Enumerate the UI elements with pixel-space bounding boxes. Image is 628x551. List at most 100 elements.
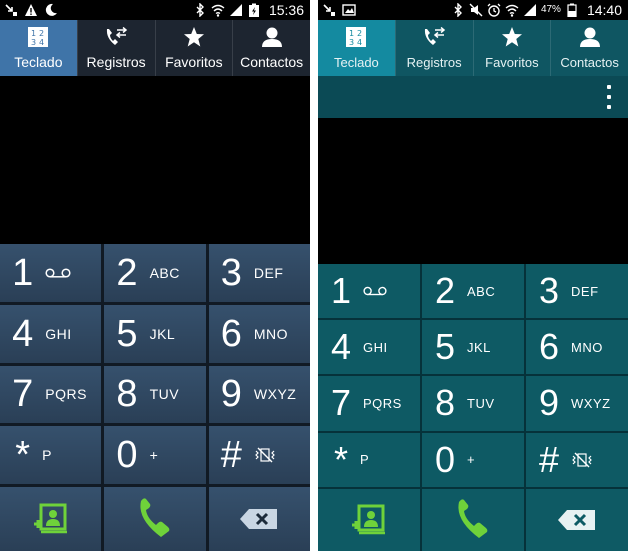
key-1[interactable]: 1: [318, 264, 420, 319]
alarm-icon: [487, 3, 501, 17]
key-5[interactable]: 5 JKL: [422, 320, 524, 375]
tab-registros[interactable]: Registros: [76, 20, 155, 76]
backspace-icon: [240, 509, 278, 530]
key-3[interactable]: 3 DEF: [208, 244, 310, 302]
tab-contactos[interactable]: Contactos: [550, 20, 628, 76]
dial-keypad: 1 2 ABC 3 DEF 4 GHI 5 JKL 6 MNO 7 PQRS 8 TUV 9W…: [0, 244, 310, 551]
key-1[interactable]: 1: [0, 244, 102, 302]
tab-label: Contactos: [560, 55, 619, 70]
key-8[interactable]: 8 TUV: [104, 365, 206, 424]
missed-call-icon: [5, 4, 17, 16]
key-6[interactable]: 6 MNO: [526, 320, 628, 375]
warning-icon: [25, 4, 37, 16]
key-7[interactable]: 7 PQRS: [0, 365, 102, 424]
wifi-icon: [505, 4, 519, 17]
dial-keypad: 1 2 ABC 3 DEF 4 GHI 5 JKL 6 MNO 7 PQRS 8 TUV 9W…: [318, 264, 628, 551]
tab-label: Registros: [86, 54, 146, 70]
add-contact-icon: [352, 504, 385, 535]
tab-label: Teclado: [333, 55, 379, 70]
tab-label: Teclado: [14, 54, 63, 70]
voicemail-icon: [363, 286, 387, 296]
right-phone-screen: 47% 14:40 1234 Teclado Registros Favorit…: [318, 0, 628, 551]
key-3[interactable]: 3 DEF: [526, 264, 628, 319]
wifi-icon: [211, 4, 225, 17]
signal-icon: [229, 4, 242, 16]
signal-icon: [523, 4, 536, 16]
call-button[interactable]: [104, 487, 206, 551]
svg-text:3: 3: [31, 38, 36, 47]
bluetooth-icon: [196, 3, 204, 17]
key-hash[interactable]: #: [526, 432, 628, 487]
tab-label: Favoritos: [165, 54, 223, 70]
clock: 14:40: [586, 2, 622, 18]
phone-call-icon: [140, 498, 170, 538]
svg-text:1: 1: [31, 29, 36, 38]
key-hash[interactable]: #: [208, 426, 310, 485]
tab-label: Favoritos: [485, 55, 539, 70]
phone-call-icon: [458, 499, 488, 538]
tab-favoritos[interactable]: Favoritos: [154, 20, 233, 76]
voicemail-icon: [45, 268, 71, 278]
tab-bar: 1234 Teclado Registros Favoritos Contact…: [0, 20, 310, 76]
key-2[interactable]: 2 ABC: [104, 244, 206, 302]
star-icon: [501, 27, 522, 47]
key-7[interactable]: 7 PQRS: [318, 376, 420, 431]
vibrate-off-icon: [255, 447, 275, 463]
call-log-icon: [425, 26, 446, 45]
svg-text:4: 4: [357, 38, 362, 47]
tab-bar: 1234 Teclado Registros Favoritos Contact…: [318, 20, 628, 76]
action-bar: [318, 76, 628, 118]
backspace-icon: [558, 509, 595, 530]
svg-text:1: 1: [349, 29, 354, 38]
battery-icon: [567, 3, 577, 17]
key-5[interactable]: 5 JKL: [104, 304, 206, 363]
key-4[interactable]: 4 GHI: [318, 320, 420, 375]
add-contact-button[interactable]: [0, 487, 102, 551]
key-0[interactable]: 0 +: [422, 432, 524, 487]
vibrate-off-icon: [572, 452, 592, 468]
call-button[interactable]: [422, 488, 524, 551]
key-star[interactable]: * P: [0, 426, 102, 485]
key-2[interactable]: 2 ABC: [422, 264, 524, 319]
battery-percent: 47%: [540, 4, 561, 15]
tab-label: Registros: [406, 55, 462, 70]
add-contact-icon: [33, 503, 67, 534]
svg-text:2: 2: [39, 29, 44, 38]
backspace-button[interactable]: [208, 487, 310, 551]
night-mode-icon: [45, 3, 57, 16]
dialpad-icon: 1 23 4: [346, 27, 367, 47]
status-bar: 47% 14:40: [318, 0, 628, 20]
add-contact-button[interactable]: [318, 488, 420, 551]
key-star[interactable]: * P: [318, 432, 420, 487]
dialpad-icon: 1 23 4: [28, 27, 49, 47]
mute-icon: [469, 3, 483, 17]
key-4[interactable]: 4 GHI: [0, 304, 102, 363]
overflow-menu-icon[interactable]: [606, 85, 612, 109]
tab-registros[interactable]: Registros: [394, 20, 473, 76]
tab-favoritos[interactable]: Favoritos: [472, 20, 551, 76]
tab-teclado[interactable]: 1234 Teclado: [0, 20, 77, 76]
left-phone-screen: 15:36 1234 Teclado Registros Favoritos C…: [0, 0, 310, 551]
missed-call-icon: [323, 4, 335, 16]
svg-text:2: 2: [357, 29, 362, 38]
bluetooth-icon: [454, 3, 462, 17]
key-0[interactable]: 0 +: [104, 426, 206, 485]
star-icon: [183, 27, 204, 47]
clock: 15:36: [268, 2, 304, 18]
contact-icon: [579, 27, 600, 47]
svg-text:4: 4: [39, 38, 44, 47]
key-9[interactable]: 9 WXYZ: [208, 365, 310, 424]
contact-icon: [261, 27, 282, 47]
tab-label: Contactos: [240, 54, 304, 70]
call-log-icon: [107, 26, 128, 45]
tab-contactos[interactable]: Contactos: [232, 20, 310, 76]
image-icon: [342, 4, 356, 16]
status-bar: 15:36: [0, 0, 310, 20]
battery-charging-icon: [248, 3, 259, 17]
key-9[interactable]: 9 WXYZ: [526, 376, 628, 431]
svg-text:3: 3: [349, 38, 354, 47]
tab-teclado[interactable]: 1234 Teclado: [318, 20, 395, 76]
key-6[interactable]: 6 MNO: [208, 304, 310, 363]
backspace-button[interactable]: [526, 488, 628, 551]
key-8[interactable]: 8 TUV: [422, 376, 524, 431]
